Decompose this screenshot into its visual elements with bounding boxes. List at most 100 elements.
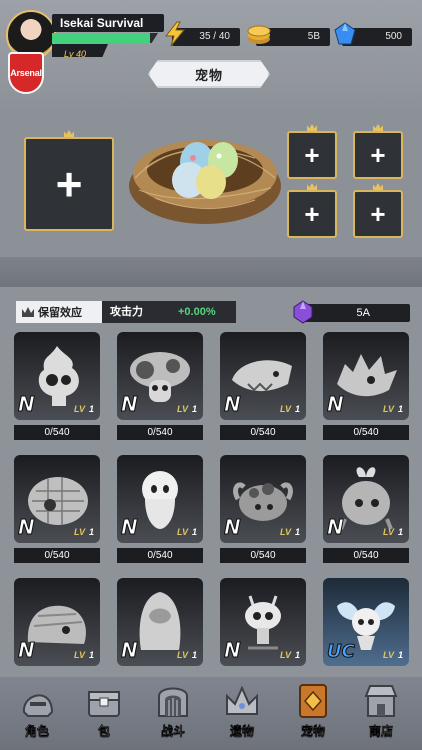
pet-card[interactable]: N LV 1 0/540 (14, 455, 100, 567)
pet-level-label: LV (73, 404, 85, 414)
pet-card[interactable]: N LV 1 0/540 (220, 455, 306, 567)
pet-card[interactable]: N LV 1 0/540 (14, 332, 100, 444)
player-name: Isekai Survival (60, 16, 144, 30)
nav-label: 遗物 (229, 724, 254, 738)
book-icon (299, 684, 327, 718)
pet-rank: N (121, 638, 139, 663)
coin-counter[interactable]: 5B (247, 25, 330, 46)
pet-card[interactable]: N LV 1 0/540 (117, 455, 203, 567)
gate-icon (158, 687, 188, 717)
gem-counter[interactable]: 500 (334, 22, 412, 46)
pet-level: LV 1 (74, 404, 94, 414)
lightning-icon (164, 21, 186, 47)
nav-label: 角色 (24, 724, 49, 738)
pet-card-frame: N LV 1 (323, 332, 409, 420)
pet-level-label: LV (176, 404, 188, 414)
pet-level-label: LV (73, 527, 85, 537)
club-badge: Arsenal (8, 52, 44, 94)
pet-slot-1[interactable]: + (287, 124, 337, 179)
pet-level-number: 1 (294, 650, 300, 660)
pet-level-number: 1 (294, 527, 300, 537)
nav-crown[interactable]: 遗物 (215, 682, 269, 746)
pet-card-frame: N LV 1 (220, 332, 306, 420)
crown-icon (307, 183, 317, 190)
pet-rank: N (18, 515, 36, 540)
pet-level-label: LV (176, 650, 188, 660)
egg-nest[interactable] (125, 108, 285, 230)
pet-rank: N (18, 392, 36, 417)
pet-card[interactable]: N LV 1 (220, 578, 306, 690)
retain-effect-tab[interactable]: 保留效应 (16, 301, 102, 323)
pet-shard-count: 0/540 (323, 425, 409, 440)
pet-shard-count: 0/540 (14, 548, 100, 563)
pet-card-frame: N LV 1 (117, 455, 203, 543)
pet-level: LV 1 (74, 527, 94, 537)
pet-shard-count: 0/540 (220, 548, 306, 563)
pet-card[interactable]: N LV 1 0/540 (323, 332, 409, 444)
pet-rank: N (121, 392, 139, 417)
pet-level-label: LV (279, 650, 291, 660)
retain-effect-label: 保留效应 (38, 307, 82, 319)
pet-level: LV 1 (280, 404, 300, 414)
pet-level-label: LV (73, 650, 85, 660)
pet-card[interactable]: N LV 1 0/540 (117, 332, 203, 444)
player-name-plate: Isekai Survival (52, 14, 164, 32)
pet-level-label: LV (382, 650, 394, 660)
pet-level-number: 1 (397, 527, 403, 537)
pet-level-label: LV (279, 527, 291, 537)
pet-level-number: 1 (397, 404, 403, 414)
pet-shard-count: 0/540 (220, 425, 306, 440)
pet-shard-count: 0/540 (323, 548, 409, 563)
crown-icon (64, 130, 74, 137)
pet-card[interactable]: N LV 1 (117, 578, 203, 690)
pet-slot-3[interactable]: + (287, 183, 337, 238)
pet-essence-counter[interactable]: 5A (293, 300, 410, 324)
page-title: 宠物 (148, 60, 270, 88)
pet-card-frame: N LV 1 (323, 455, 409, 543)
nav-label: 宠物 (300, 724, 325, 738)
pet-card[interactable]: N LV 1 0/540 (323, 455, 409, 567)
pet-card[interactable]: N LV 1 (14, 578, 100, 690)
pet-rank: N (18, 638, 36, 663)
crown-icon (307, 124, 317, 131)
pet-level: LV 1 (280, 650, 300, 660)
pet-slot-4[interactable]: + (353, 183, 403, 238)
pet-level-number: 1 (191, 527, 197, 537)
pet-level: LV 1 (383, 404, 403, 414)
pet-level-number: 1 (294, 404, 300, 414)
section-divider (0, 257, 422, 287)
energy-counter[interactable]: 35 / 40 (164, 21, 240, 47)
xp-fill (52, 33, 150, 43)
plus-icon: + (304, 199, 320, 229)
pet-level-label: LV (279, 404, 291, 414)
pet-shard-count: 0/540 (117, 425, 203, 440)
nav-label: 战斗 (160, 724, 185, 738)
crown-icon (373, 124, 383, 131)
shop-icon (364, 685, 398, 717)
pet-card-frame: N LV 1 (117, 332, 203, 420)
nav-book[interactable]: 宠物 (286, 682, 340, 746)
pet-level-number: 1 (88, 527, 94, 537)
nav-helmet[interactable]: 角色 (10, 682, 64, 746)
pet-level-number: 1 (191, 404, 197, 414)
pet-rank: N (327, 515, 345, 540)
crown-icon (22, 307, 34, 317)
pet-card-frame: N LV 1 (14, 578, 100, 666)
blue-gem-icon (334, 22, 356, 45)
pet-level-number: 1 (191, 650, 197, 660)
plus-icon: + (55, 158, 83, 210)
nav-gate[interactable]: 战斗 (146, 682, 200, 746)
pet-level: LV 1 (383, 527, 403, 537)
nav-chest[interactable]: 包 (77, 682, 131, 746)
pet-slot-2[interactable]: + (353, 124, 403, 179)
helmet-icon (22, 694, 54, 717)
chest-icon (88, 691, 120, 717)
pet-card[interactable]: UC LV 1 (323, 578, 409, 690)
nav-shop[interactable]: 商店 (354, 682, 408, 746)
pet-level-number: 1 (88, 650, 94, 660)
attack-label: 攻击力 (110, 306, 143, 318)
large-pet-slot[interactable]: + (24, 130, 114, 231)
purple-crystal-icon (293, 300, 313, 324)
pet-card[interactable]: N LV 1 0/540 (220, 332, 306, 444)
pet-level: LV 1 (74, 650, 94, 660)
